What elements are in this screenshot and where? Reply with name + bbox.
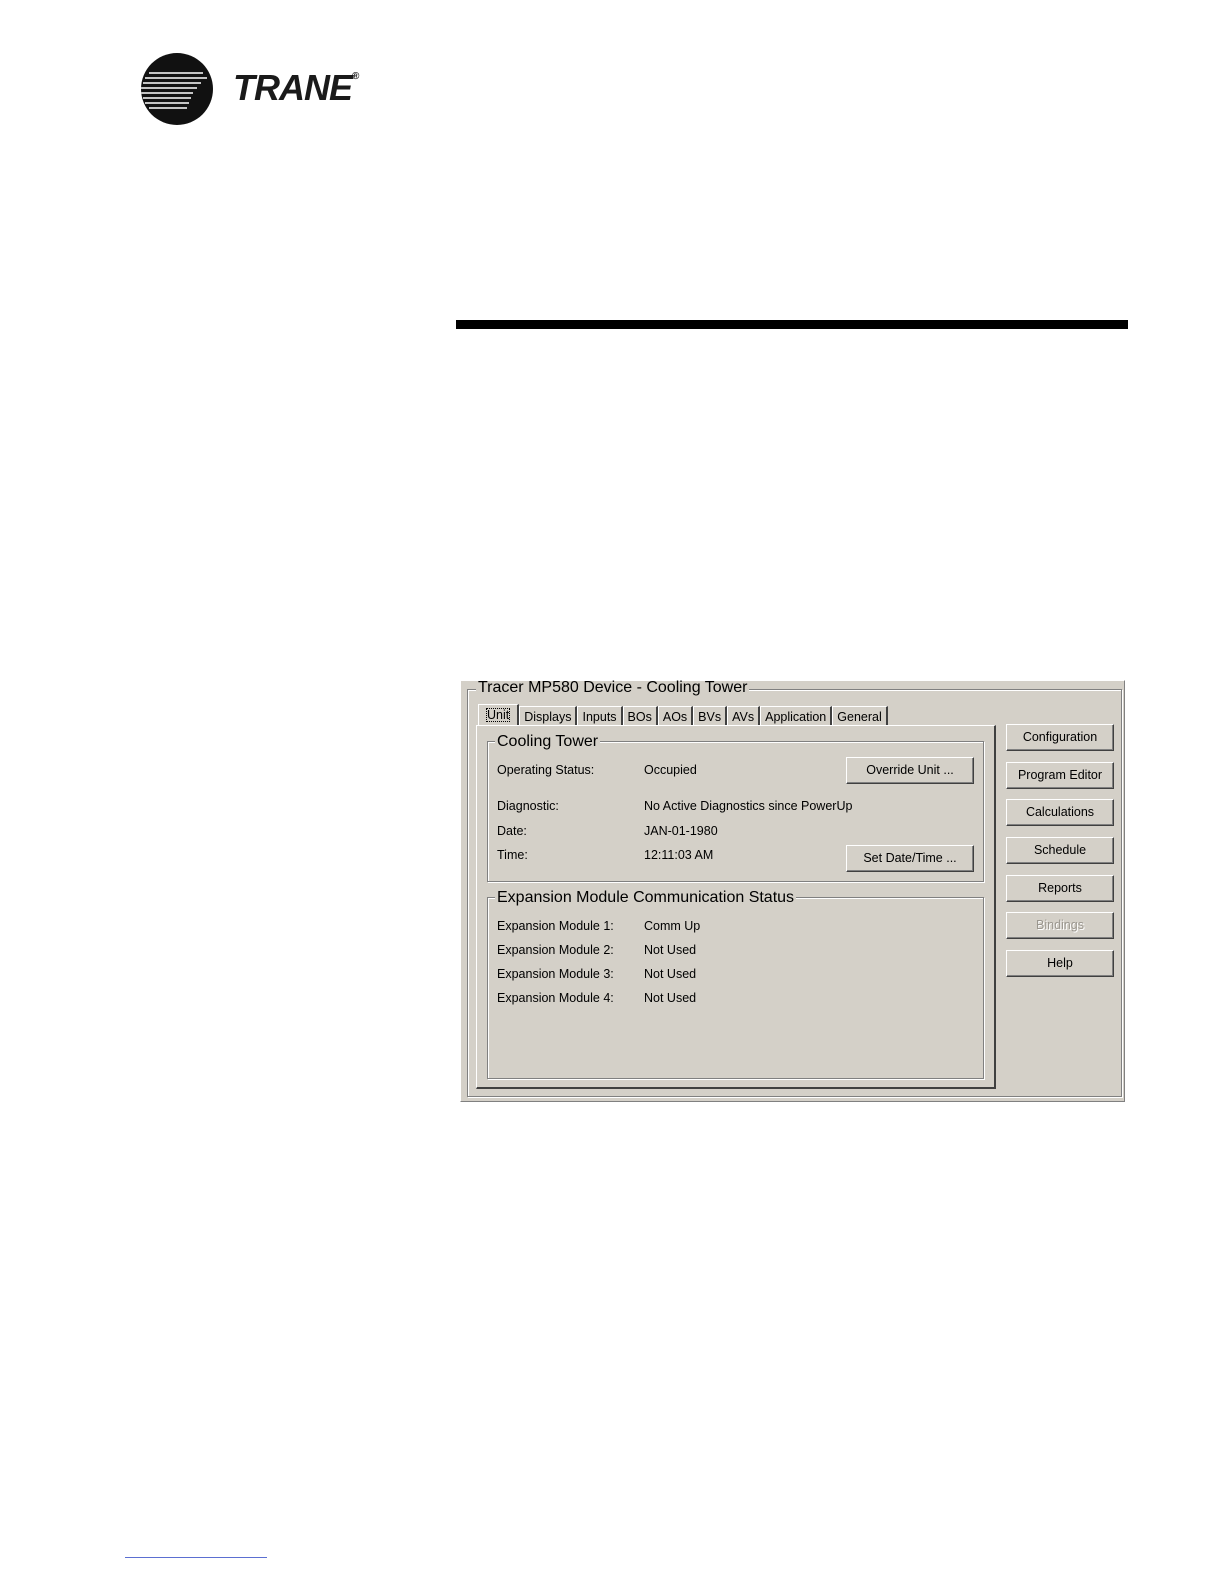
tab-bos[interactable]: BOs — [622, 706, 658, 726]
expansion-module-2-label: Expansion Module 2: — [497, 943, 614, 957]
set-date-time-button[interactable]: Set Date/Time ... — [846, 845, 974, 872]
header-rule — [456, 320, 1128, 329]
tab-displays[interactable]: Displays — [519, 706, 578, 726]
time-label: Time: — [497, 848, 528, 862]
expansion-module-1-label: Expansion Module 1: — [497, 919, 614, 933]
calculations-button[interactable]: Calculations — [1006, 799, 1114, 826]
diagnostic-value: No Active Diagnostics since PowerUp — [644, 799, 853, 813]
expansion-module-4-label: Expansion Module 4: — [497, 991, 614, 1005]
schedule-button[interactable]: Schedule — [1006, 837, 1114, 864]
tab-unit[interactable]: Unit — [478, 704, 520, 726]
override-unit-button[interactable]: Override Unit ... — [846, 757, 974, 784]
expansion-module-4-value: Not Used — [644, 991, 697, 1005]
tab-bvs[interactable]: BVs — [693, 706, 728, 726]
footer-link-underline — [125, 1557, 267, 1558]
cooling-tower-legend: Cooling Tower — [495, 733, 601, 750]
expansion-module-3-value: Not Used — [644, 967, 697, 981]
help-button[interactable]: Help — [1006, 950, 1114, 977]
operating-status-value: Occupied — [644, 763, 697, 777]
tab-general[interactable]: General — [832, 706, 888, 726]
date-value: JAN-01-1980 — [644, 824, 718, 838]
bindings-button[interactable]: Bindings — [1006, 912, 1114, 939]
diagnostic-label: Diagnostic: — [497, 799, 559, 813]
time-value: 12:11:03 AM — [644, 848, 714, 862]
tab-aos[interactable]: AOs — [657, 706, 694, 726]
expansion-module-1-value: Comm Up — [644, 919, 701, 933]
configuration-button[interactable]: Configuration — [1006, 724, 1114, 751]
trane-wordmark: TRANE® — [233, 67, 359, 108]
tab-inputs[interactable]: Inputs — [577, 706, 623, 726]
expansion-module-legend: Expansion Module Communication Status — [495, 889, 797, 906]
tab-application[interactable]: Application — [760, 706, 833, 726]
program-editor-button[interactable]: Program Editor — [1006, 762, 1114, 789]
operating-status-label: Operating Status: — [497, 763, 595, 777]
tab-avs[interactable]: AVs — [727, 706, 761, 726]
expansion-module-3-label: Expansion Module 3: — [497, 967, 614, 981]
expansion-module-2-value: Not Used — [644, 943, 697, 957]
reports-button[interactable]: Reports — [1006, 875, 1114, 902]
date-label: Date: — [497, 824, 527, 838]
trane-logo: TRANE® — [141, 53, 371, 127]
trane-globe-icon — [141, 53, 213, 125]
dialog-title: Tracer MP580 Device - Cooling Tower — [476, 679, 750, 696]
tab-strip: Unit Displays Inputs BOs AOs BVs AVs App… — [478, 704, 888, 726]
